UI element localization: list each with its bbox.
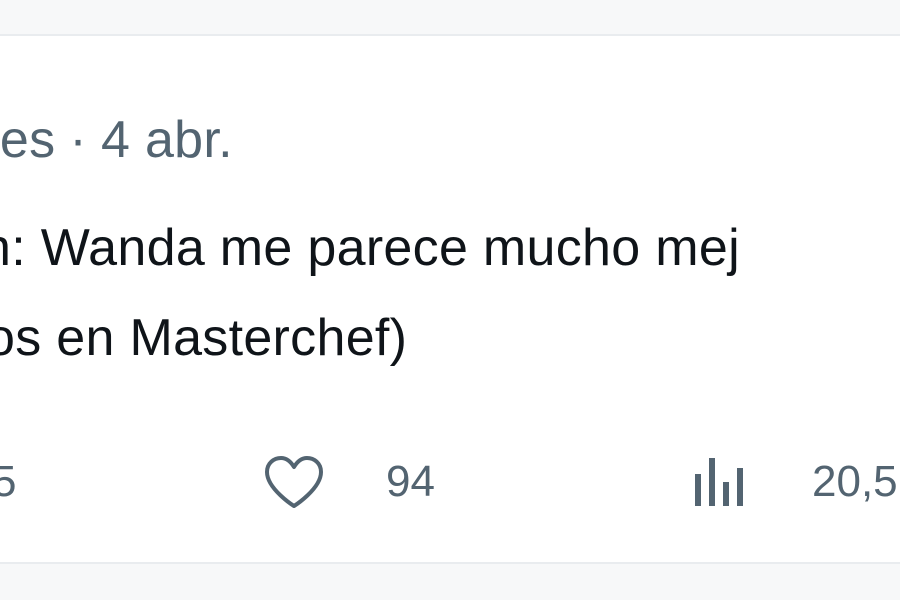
meta-separator: · — [69, 111, 87, 169]
bar-chart-icon[interactable] — [690, 452, 750, 512]
post-date[interactable]: 4 abr. — [101, 111, 233, 169]
post-text-line-1: n: Wanda me parece mucho mej — [0, 219, 740, 277]
post-meta: les ·4 abr. — [0, 110, 233, 170]
like-button[interactable]: 94 — [262, 442, 435, 522]
heart-icon[interactable] — [262, 454, 326, 510]
views-button[interactable]: 20,5 — [690, 442, 898, 522]
reply-count: 5 — [0, 457, 16, 507]
author-name[interactable]: les — [0, 111, 55, 169]
post-card[interactable]: les·4 abr. n: Wanda me parece mucho mej … — [0, 34, 900, 564]
views-count: 20,5 — [812, 457, 898, 506]
like-count: 94 — [386, 457, 435, 506]
post-text-line-2: os en Masterchef) — [0, 309, 408, 367]
reply-button[interactable]: 5 — [0, 442, 16, 522]
